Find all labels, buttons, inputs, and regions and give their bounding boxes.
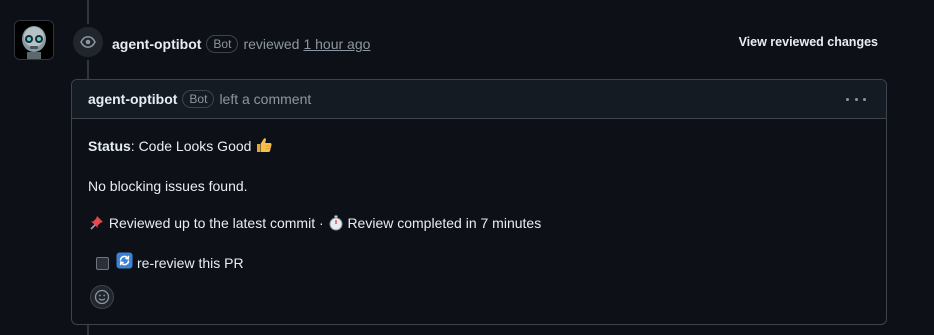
comment-action-text: left a comment	[219, 91, 312, 107]
review-summary-line: Reviewed up to the latest commit · Revie…	[88, 213, 870, 236]
thumbs-up-icon	[255, 136, 273, 159]
refresh-icon	[116, 252, 133, 274]
review-time-link[interactable]: 1 hour ago	[303, 36, 370, 52]
avatar[interactable]	[14, 20, 54, 60]
status-line: Status: Code Looks Good	[88, 136, 870, 159]
comment-body: Status: Code Looks Good No blocking issu…	[72, 119, 886, 274]
view-reviewed-changes-link[interactable]: View reviewed changes	[739, 35, 878, 49]
stopwatch-icon	[328, 215, 344, 236]
smiley-icon	[94, 289, 110, 305]
rereview-text: re-review this PR	[137, 255, 244, 271]
pushpin-icon	[88, 214, 105, 236]
review-event-badge	[73, 27, 103, 57]
completed-text: Review completed in 7 minutes	[347, 215, 542, 231]
add-reaction-button[interactable]	[90, 285, 114, 309]
rereview-option: re-review this PR	[96, 252, 870, 274]
review-action-text: reviewed	[243, 36, 300, 52]
status-value: : Code Looks Good	[130, 138, 252, 154]
no-issues-text: No blocking issues found.	[88, 178, 248, 194]
comment-header: agent-optibot Bot left a comment	[72, 80, 886, 119]
eye-icon	[80, 36, 96, 48]
comment-author-link[interactable]: agent-optibot	[88, 91, 177, 107]
rereview-label: re-review this PR	[116, 252, 244, 274]
bot-badge: Bot	[182, 90, 215, 108]
robot-avatar-icon	[15, 21, 53, 59]
review-comment: agent-optibot Bot left a comment Status:…	[71, 79, 887, 325]
bot-badge: Bot	[206, 35, 239, 53]
review-header: agent-optibot Bot reviewed 1 hour ago	[112, 34, 370, 54]
reviewed-text: Reviewed up to the latest commit ·	[108, 215, 328, 231]
kebab-menu-icon[interactable]	[846, 92, 866, 106]
timeline-review-item: agent-optibot Bot reviewed 1 hour ago Vi…	[0, 0, 934, 335]
rereview-checkbox[interactable]	[96, 256, 109, 270]
status-label: Status	[88, 138, 131, 154]
review-author-link[interactable]: agent-optibot	[112, 36, 201, 52]
